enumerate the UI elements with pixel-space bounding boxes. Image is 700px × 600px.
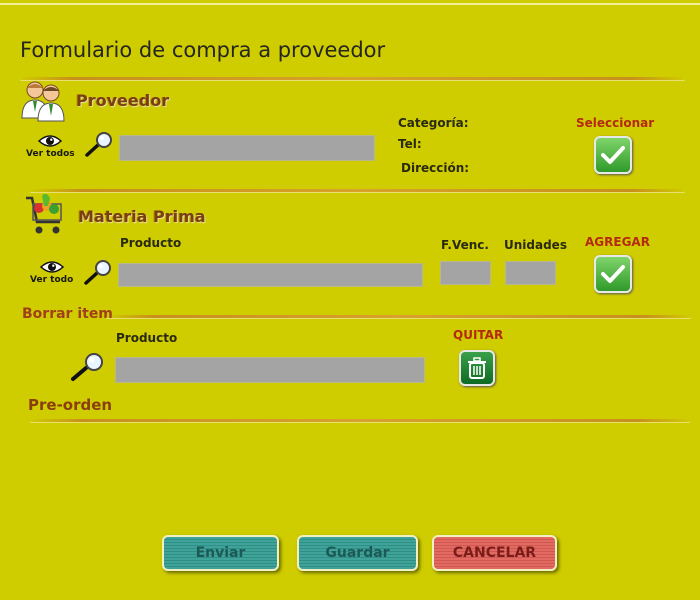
guardar-button[interactable]: Guardar [297,535,418,571]
unidades-input[interactable] [505,261,556,285]
trash-icon [468,357,486,379]
top-border [0,3,700,5]
proveedor-search-input[interactable] [119,135,375,161]
select-proveedor-button[interactable] [594,136,632,174]
shopping-cart-icon [22,192,68,238]
view-all-materia-prima[interactable]: Ver todo [30,260,73,285]
page-title: Formulario de compra a proveedor [20,38,386,62]
view-all-proveedores[interactable]: Ver todos [26,134,75,159]
quitar-button[interactable] [459,350,495,386]
borrar-producto-input[interactable] [115,357,425,383]
section-title-proveedor: Proveedor [76,91,170,110]
eye-icon [39,261,64,273]
cancelar-button[interactable]: CANCELAR [432,535,557,571]
section-title-pre-orden: Pre-orden [28,396,113,414]
eye-icon [38,135,63,147]
check-icon [601,146,625,164]
users-icon [20,78,66,122]
fvenc-input[interactable] [440,261,491,285]
select-label: Seleccionar [576,116,655,130]
fvenc-label: F.Venc. [441,238,489,252]
search-icon[interactable] [70,352,106,382]
search-icon[interactable] [84,132,114,158]
separator [106,315,691,318]
section-title-borrar-item: Borrar item [22,306,113,322]
search-icon[interactable] [83,260,113,286]
section-title-materia-prima: Materia Prima [78,207,206,226]
categoria-label: Categoría: [398,116,469,130]
unidades-label: Unidades [504,238,567,252]
view-all-label: Ver todo [30,275,74,285]
separator [30,189,685,192]
check-icon [601,265,625,283]
producto-label: Producto [120,236,182,250]
separator [30,419,690,422]
agregar-button[interactable] [594,255,632,293]
agregar-label: AGREGAR [585,235,650,249]
tel-label: Tel: [398,137,422,151]
separator [20,77,685,80]
enviar-button[interactable]: Enviar [162,535,279,571]
quitar-label: QUITAR [453,328,504,342]
producto-label: Producto [116,331,178,345]
view-all-label: Ver todos [26,149,75,159]
materia-producto-input[interactable] [118,263,423,287]
direccion-label: Dirección: [401,161,470,175]
